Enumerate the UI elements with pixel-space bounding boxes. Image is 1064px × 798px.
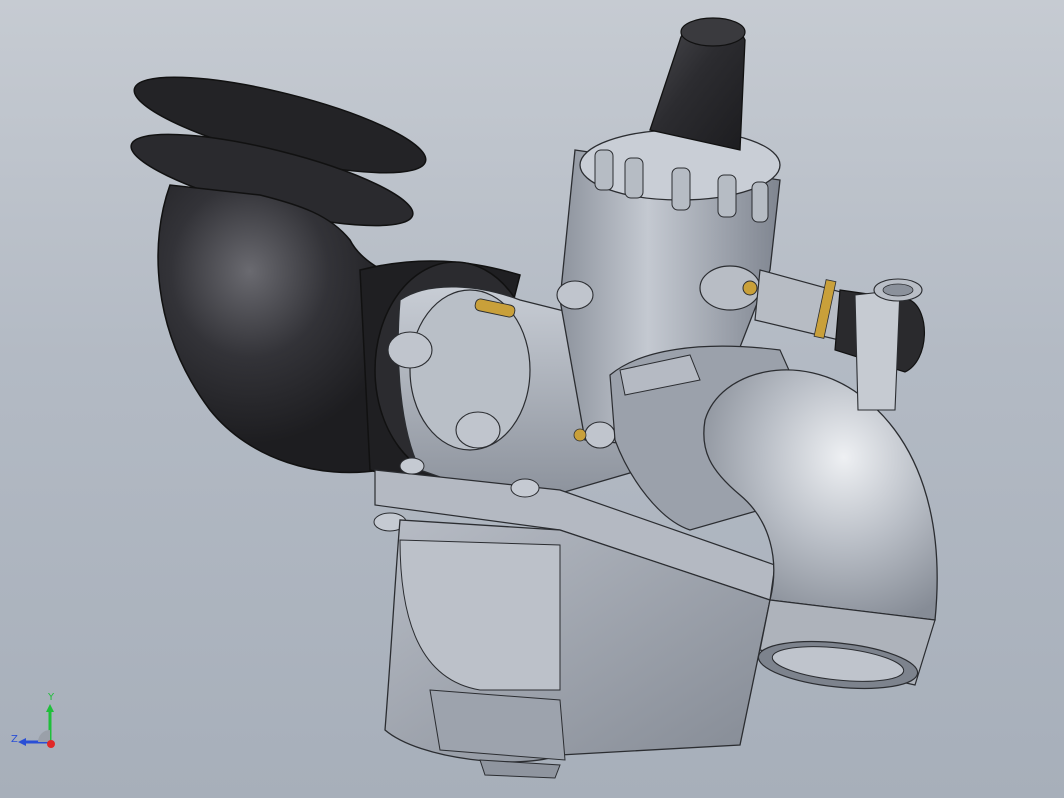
- y-axis-arrowhead: [46, 704, 54, 712]
- graphics-viewport[interactable]: Y Z: [0, 0, 1064, 798]
- axis-triad: Y Z: [8, 692, 68, 756]
- triad-axes: [18, 704, 55, 748]
- z-axis-arrowhead: [18, 738, 26, 746]
- triad-plane: [38, 730, 50, 742]
- x-axis-dot: [47, 740, 55, 748]
- cad-model[interactable]: [0, 0, 1064, 798]
- y-axis-label: Y: [48, 692, 55, 703]
- z-axis-label: Z: [11, 734, 18, 745]
